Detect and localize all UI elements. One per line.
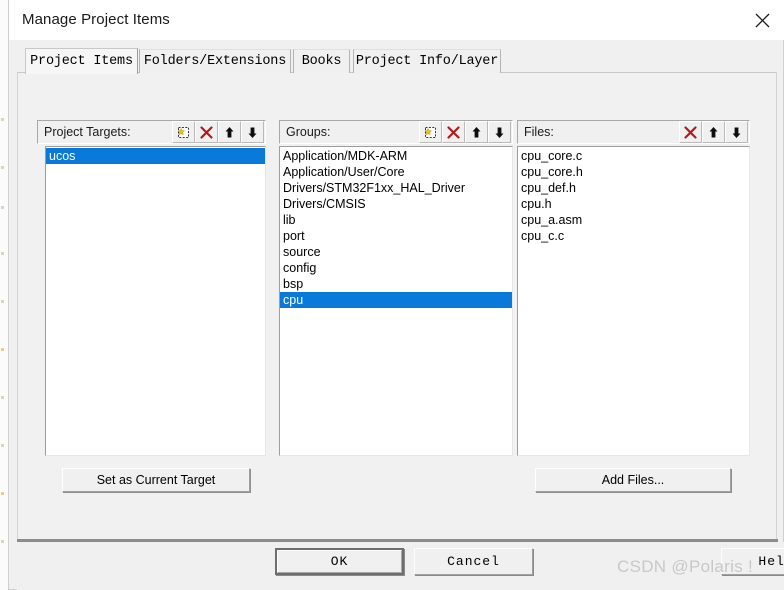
delete-icon[interactable]: [195, 121, 218, 143]
set-as-current-target-button[interactable]: Set as Current Target: [62, 468, 250, 492]
list-item[interactable]: Drivers/STM32F1xx_HAL_Driver: [280, 180, 512, 196]
list-item[interactable]: cpu.h: [518, 196, 749, 212]
list-item[interactable]: ucos: [46, 148, 265, 164]
groups-toolbar: [419, 121, 512, 143]
cancel-button[interactable]: Cancel: [414, 548, 533, 575]
list-item[interactable]: cpu_core.c: [518, 148, 749, 164]
help-button[interactable]: Help: [721, 548, 784, 575]
files-header: Files:: [517, 120, 750, 144]
list-item[interactable]: cpu: [280, 292, 512, 308]
move-up-icon[interactable]: [702, 121, 725, 143]
move-up-icon[interactable]: [465, 121, 488, 143]
project-targets-toolbar: [172, 121, 265, 143]
manage-project-items-dialog: Manage Project Items Project Items Folde…: [8, 0, 784, 590]
project-targets-list[interactable]: ucos: [45, 146, 266, 456]
files-list[interactable]: cpu_core.c cpu_core.h cpu_def.h cpu.h cp…: [517, 146, 750, 456]
move-down-icon[interactable]: [725, 121, 748, 143]
tab-project-info-layer[interactable]: Project Info/Layer: [353, 49, 501, 73]
delete-icon[interactable]: [442, 121, 465, 143]
list-item[interactable]: cpu_a.asm: [518, 212, 749, 228]
list-item[interactable]: cpu_core.h: [518, 164, 749, 180]
delete-icon[interactable]: [679, 121, 702, 143]
move-down-icon[interactable]: [488, 121, 511, 143]
list-item[interactable]: config: [280, 260, 512, 276]
ok-button[interactable]: OK: [275, 548, 404, 575]
ok-button-label: OK: [277, 550, 402, 573]
list-item[interactable]: source: [280, 244, 512, 260]
list-item[interactable]: cpu_c.c: [518, 228, 749, 244]
list-item[interactable]: port: [280, 228, 512, 244]
groups-header: Groups:: [279, 120, 513, 144]
list-item[interactable]: lib: [280, 212, 512, 228]
title-bar: Manage Project Items: [9, 0, 784, 40]
list-item[interactable]: Application/MDK-ARM: [280, 148, 512, 164]
background-window-strip: [0, 0, 8, 590]
files-label: Files:: [524, 125, 554, 139]
project-targets-label: Project Targets:: [44, 125, 131, 139]
list-item[interactable]: bsp: [280, 276, 512, 292]
list-item[interactable]: cpu_def.h: [518, 180, 749, 196]
groups-list[interactable]: Application/MDK-ARM Application/User/Cor…: [279, 146, 513, 456]
list-item[interactable]: Application/User/Core: [280, 164, 512, 180]
close-icon[interactable]: [739, 0, 784, 40]
new-item-icon[interactable]: [419, 121, 442, 143]
dialog-footer: OK Cancel Help: [17, 542, 784, 590]
tab-books[interactable]: Books: [293, 49, 350, 73]
files-toolbar: [679, 121, 749, 143]
move-down-icon[interactable]: [241, 121, 264, 143]
move-up-icon[interactable]: [218, 121, 241, 143]
add-files-button[interactable]: Add Files...: [535, 468, 731, 492]
groups-label: Groups:: [286, 125, 331, 139]
tab-folders-extensions[interactable]: Folders/Extensions: [139, 49, 291, 73]
tab-strip: Project Items Folders/Extensions Books P…: [17, 48, 777, 74]
project-targets-header: Project Targets:: [37, 120, 266, 144]
tab-project-items[interactable]: Project Items: [25, 48, 138, 74]
new-item-icon[interactable]: [172, 121, 195, 143]
list-item[interactable]: Drivers/CMSIS: [280, 196, 512, 212]
window-title: Manage Project Items: [22, 11, 170, 28]
